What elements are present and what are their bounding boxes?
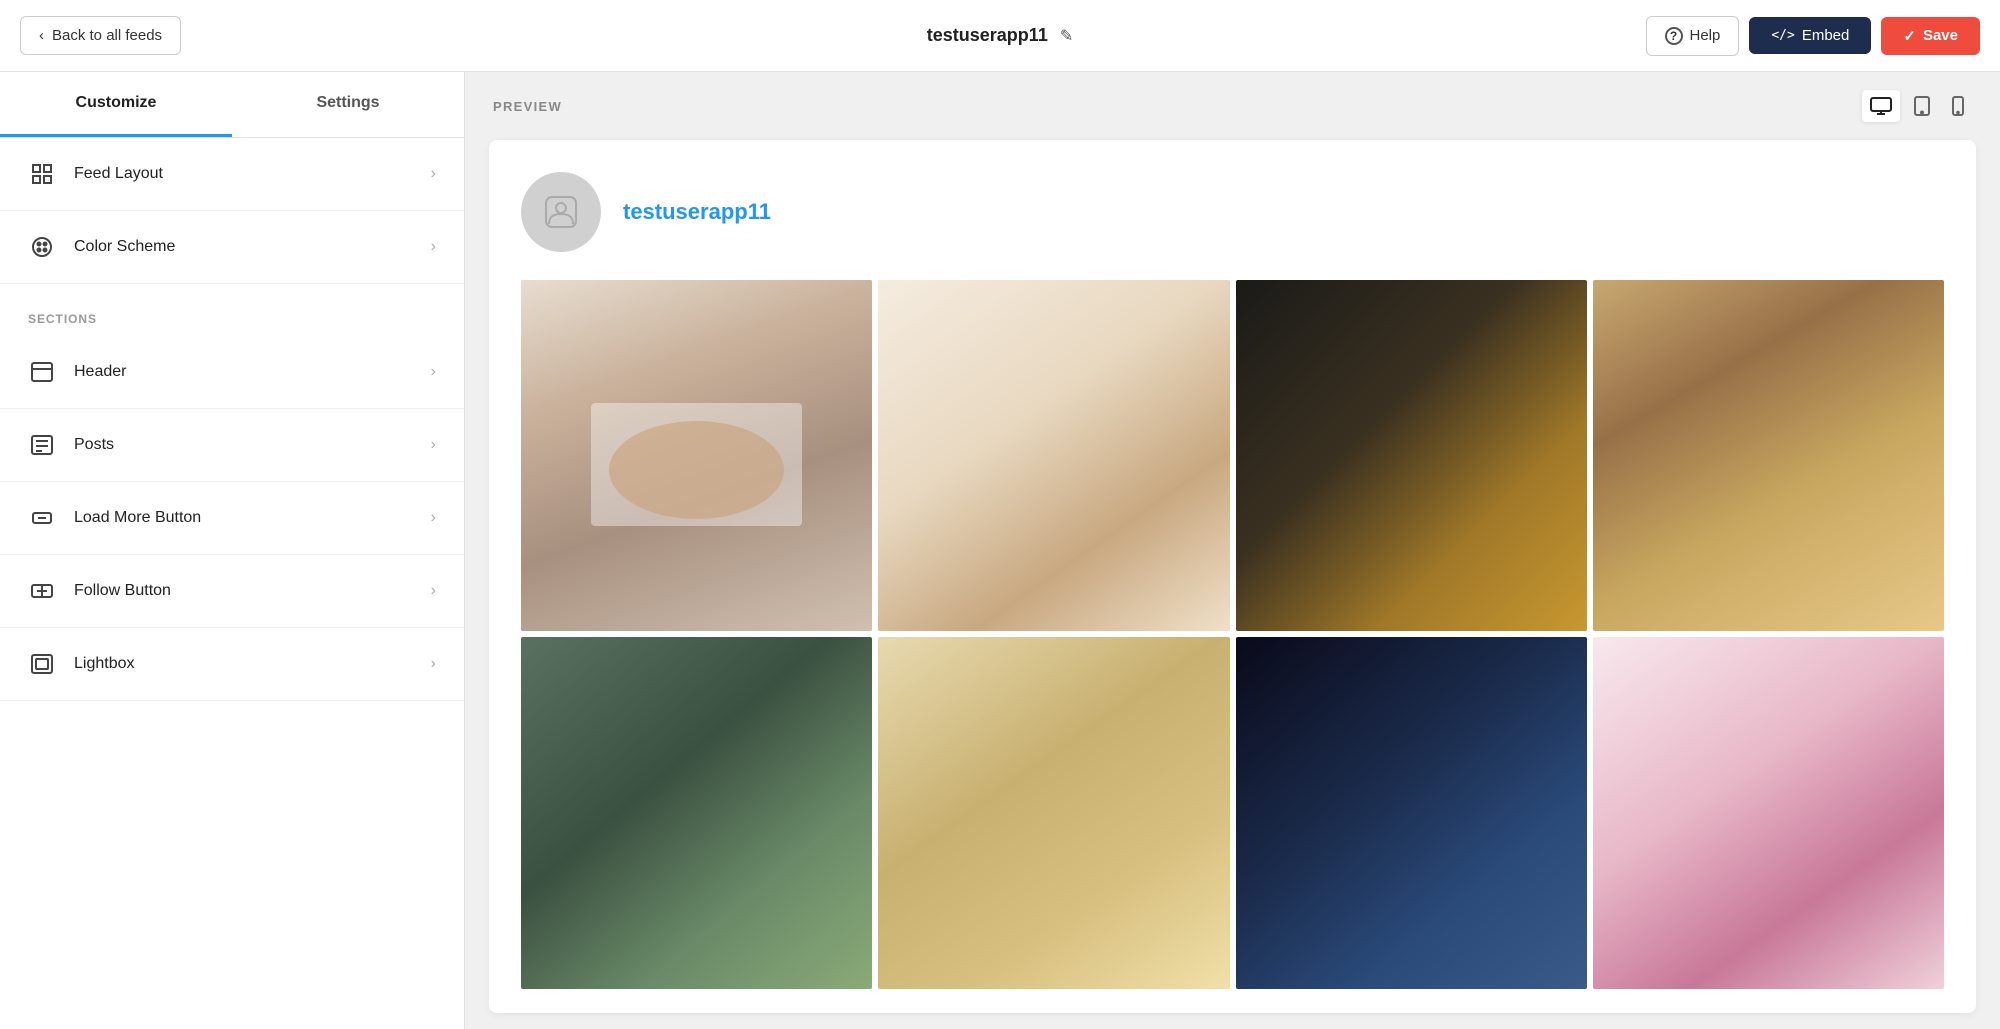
mobile-toggle[interactable] [1944,90,1972,122]
grid-icon [28,160,56,188]
preview-area: PREVIEW [465,72,2000,1029]
feed-title: testuserapp11 [927,25,1048,46]
sidebar: Customize Settings Feed Layout › [0,72,465,1029]
chevron-right-icon: › [431,363,436,381]
sidebar-item-header-left: Header [28,358,126,386]
load-more-icon [28,504,56,532]
embed-label: Embed [1802,27,1850,44]
top-bar: ‹ Back to all feeds testuserapp11 ✎ ? He… [0,0,2000,72]
header-icon [28,358,56,386]
photo-cell-2[interactable] [878,280,1229,631]
sidebar-item-header[interactable]: Header › [0,336,464,409]
save-button[interactable]: ✓ Save [1881,17,1980,55]
photo-grid [521,280,1944,989]
code-icon: </> [1771,28,1794,43]
lightbox-icon [28,650,56,678]
chevron-right-icon: › [431,655,436,673]
help-button[interactable]: ? Help [1646,16,1740,56]
title-area: testuserapp11 ✎ [927,25,1073,46]
photo-cell-3[interactable] [1236,280,1587,631]
help-label: Help [1690,27,1721,44]
sidebar-item-posts-left: Posts [28,431,114,459]
sidebar-item-feed-layout[interactable]: Feed Layout › [0,138,464,211]
posts-label: Posts [74,436,114,454]
tab-customize[interactable]: Customize [0,72,232,137]
follow-button-label: Follow Button [74,582,171,600]
palette-icon [28,233,56,261]
sidebar-item-load-more-left: Load More Button [28,504,201,532]
feed-preview: testuserapp11 [489,140,1976,1013]
sidebar-item-feed-layout-left: Feed Layout [28,160,163,188]
back-button[interactable]: ‹ Back to all feeds [20,16,181,55]
feed-layout-label: Feed Layout [74,165,163,183]
chevron-right-icon: › [431,509,436,527]
photo-cell-8[interactable] [1593,637,1944,988]
chevron-right-icon: › [431,582,436,600]
sidebar-tabs: Customize Settings [0,72,464,138]
desktop-toggle[interactable] [1862,90,1900,122]
edit-icon[interactable]: ✎ [1060,26,1073,46]
feed-username: testuserapp11 [623,199,771,225]
preview-toolbar: PREVIEW [465,72,2000,140]
top-right-actions: ? Help </> Embed ✓ Save [1646,16,1981,56]
chevron-right-icon: › [431,165,436,183]
check-icon: ✓ [1903,27,1916,45]
photo-cell-6[interactable] [878,637,1229,988]
device-toggles [1862,90,1972,122]
sidebar-item-follow-button[interactable]: Follow Button › [0,555,464,628]
load-more-label: Load More Button [74,509,201,527]
feed-avatar [521,172,601,252]
embed-button[interactable]: </> Embed [1749,17,1871,54]
photo-cell-1[interactable] [521,280,872,631]
main-layout: Customize Settings Feed Layout › [0,72,2000,1029]
sidebar-item-load-more[interactable]: Load More Button › [0,482,464,555]
follow-icon [28,577,56,605]
help-circle-icon: ? [1665,27,1683,45]
color-scheme-label: Color Scheme [74,238,175,256]
photo-cell-7[interactable] [1236,637,1587,988]
chevron-right-icon: › [431,238,436,256]
sections-label: SECTIONS [0,284,464,336]
save-label: Save [1923,27,1958,44]
sidebar-item-lightbox-left: Lightbox [28,650,135,678]
chevron-right-icon: › [431,436,436,454]
header-label: Header [74,363,126,381]
back-arrow-icon: ‹ [39,27,44,44]
lightbox-label: Lightbox [74,655,135,673]
photo-cell-4[interactable] [1593,280,1944,631]
posts-icon [28,431,56,459]
preview-label: PREVIEW [493,99,562,114]
tablet-toggle[interactable] [1906,90,1938,122]
sidebar-item-color-scheme[interactable]: Color Scheme › [0,211,464,284]
back-label: Back to all feeds [52,27,162,44]
sidebar-item-color-scheme-left: Color Scheme [28,233,175,261]
sidebar-item-posts[interactable]: Posts › [0,409,464,482]
feed-header: testuserapp11 [521,172,1944,252]
sidebar-item-lightbox[interactable]: Lightbox › [0,628,464,701]
tab-settings[interactable]: Settings [232,72,464,137]
photo-cell-5[interactable] [521,637,872,988]
sidebar-item-follow-left: Follow Button [28,577,171,605]
